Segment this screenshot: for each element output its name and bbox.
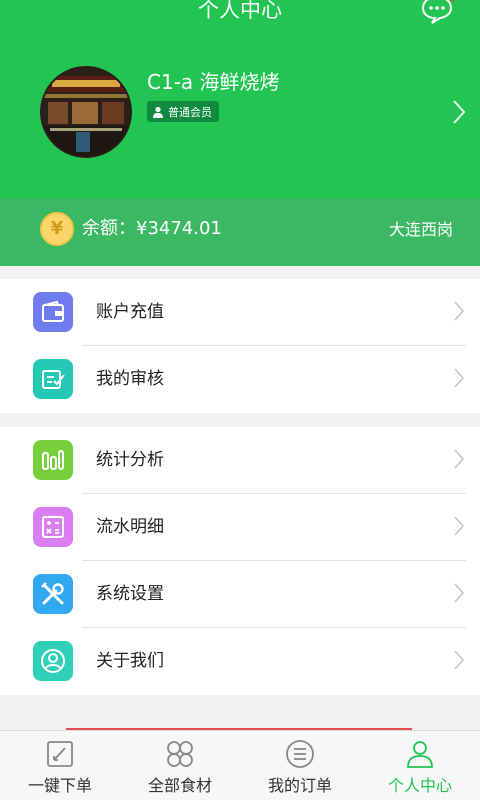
nav-profile[interactable]: 个人中心 — [360, 731, 480, 800]
nav-label: 我的订单 — [267, 776, 332, 795]
tools-icon — [33, 574, 73, 614]
chat-bubble-icon — [421, 0, 453, 24]
person-icon — [153, 106, 163, 118]
menu-item-label: 统计分析 — [96, 450, 164, 470]
restaurant-photo-icon — [42, 68, 130, 156]
menu-item-recharge[interactable]: 账户充值 — [0, 279, 480, 346]
menu-item-transactions[interactable]: 流水明细 — [0, 494, 480, 561]
profile-page: 个人中心 C1-a 海鲜烧烤 普通会员 ¥ 余额：¥3474.01 大连西岗 账… — [0, 0, 480, 800]
nav-quick-order[interactable]: 一键下单 — [0, 731, 120, 800]
chart-icon — [33, 440, 73, 480]
quick-order-icon — [47, 741, 73, 767]
member-level-label: 普通会员 — [168, 105, 212, 119]
chevron-right-icon — [454, 516, 464, 536]
nav-all-ingredients[interactable]: 全部食材 — [120, 731, 240, 800]
nav-label: 一键下单 — [27, 776, 92, 795]
menu-item-statistics[interactable]: 统计分析 — [0, 427, 480, 494]
menu-group-account: 账户充值 我的审核 — [0, 279, 480, 413]
calculator-icon — [33, 507, 73, 547]
menu-item-label: 系统设置 — [96, 584, 164, 604]
menu-item-review[interactable]: 我的审核 — [0, 346, 480, 413]
nav-label: 全部食材 — [147, 776, 212, 795]
coin-icon: ¥ — [40, 212, 74, 246]
member-level-badge: 普通会员 — [147, 101, 219, 122]
profile-header: 个人中心 C1-a 海鲜烧烤 普通会员 — [0, 0, 480, 198]
menu-group-tools: 统计分析 流水明细 系统设置 关于我们 — [0, 427, 480, 695]
menu-item-label: 流水明细 — [96, 517, 164, 537]
user-name: C1-a 海鲜烧烤 — [147, 70, 280, 94]
person-circle-icon — [33, 641, 73, 681]
chevron-right-icon — [454, 301, 464, 321]
chevron-right-icon — [454, 583, 464, 603]
nav-label: 个人中心 — [387, 776, 452, 795]
chevron-right-icon — [454, 650, 464, 670]
balance-amount: 余额：¥3474.01 — [82, 218, 222, 239]
balance-bar: ¥ 余额：¥3474.01 大连西岗 — [0, 198, 480, 266]
nav-my-orders[interactable]: 我的订单 — [240, 731, 360, 800]
menu-item-label: 关于我们 — [96, 651, 164, 671]
page-title: 个人中心 — [198, 0, 282, 22]
branch-name: 大连西岗 — [388, 220, 453, 239]
profile-icon — [407, 741, 433, 768]
clover-grid-icon — [167, 741, 193, 767]
menu-item-label: 账户充值 — [96, 302, 164, 322]
avatar[interactable] — [40, 66, 132, 158]
menu-item-settings[interactable]: 系统设置 — [0, 561, 480, 628]
menu-item-label: 我的审核 — [96, 369, 164, 389]
chevron-right-icon[interactable] — [452, 99, 466, 125]
review-icon — [33, 359, 73, 399]
order-list-icon — [286, 740, 314, 768]
chevron-right-icon — [454, 368, 464, 388]
bottom-nav: 一键下单 全部食材 我的订单 个人中心 — [0, 730, 480, 800]
wallet-icon — [33, 292, 73, 332]
message-button[interactable] — [420, 0, 456, 24]
menu-item-about[interactable]: 关于我们 — [0, 628, 480, 695]
chevron-right-icon — [454, 449, 464, 469]
